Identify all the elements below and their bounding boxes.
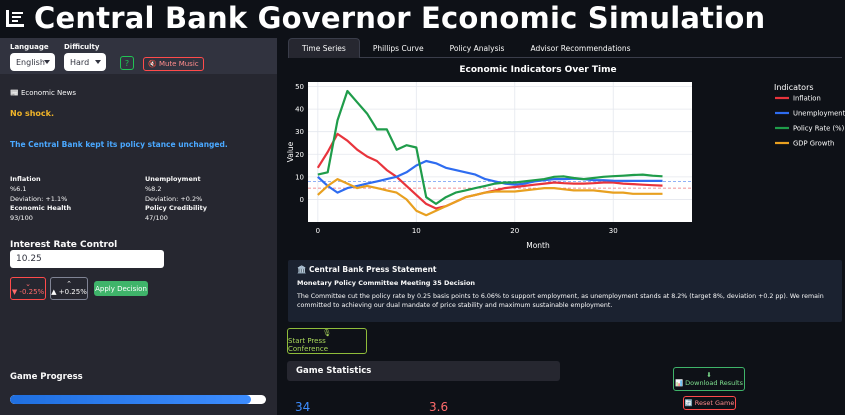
page-title: Central Bank Governor Economic Simulatio… — [34, 1, 766, 35]
policy-credibility-label: Policy Credibility — [145, 204, 207, 212]
mute-music-button[interactable]: 🔇 Mute Music — [143, 57, 204, 71]
legend-title: Indicators — [774, 83, 814, 92]
unemployment-label: Unemployment — [145, 175, 201, 183]
press-body: The Committee cut the policy rate by 0.2… — [297, 293, 824, 310]
y-tick-label: 0 — [300, 196, 304, 204]
language-label: Language — [10, 43, 49, 51]
main-content: Time Series Phillips Curve Policy Analys… — [285, 38, 845, 415]
difficulty-select[interactable]: Hard — [64, 53, 106, 71]
interest-rate-input[interactable]: 10.25 — [10, 250, 164, 268]
x-tick-label: 30 — [609, 227, 618, 235]
policy-credibility-value: 47/100 — [145, 214, 168, 222]
press-conference-label: Start Press Conference — [288, 337, 329, 353]
legend-entry: GDP Growth — [793, 140, 834, 148]
chart-title: Economic Indicators Over Time — [459, 65, 616, 75]
game-statistics-header: Game Statistics — [287, 361, 560, 381]
tab-bar: Time Series Phillips Curve Policy Analys… — [288, 38, 842, 58]
apply-decision-button[interactable]: Apply Decision — [94, 281, 148, 296]
press-subheading: Monetary Policy Committee Meeting 35 Dec… — [297, 279, 476, 287]
stat-value-2: 3.6 — [429, 400, 449, 414]
game-progress-fill — [10, 395, 251, 404]
y-tick-label: 10 — [295, 173, 304, 181]
press-heading: 🏛️ Central Bank Press Statement — [297, 265, 437, 274]
shock-status: No shock. — [10, 109, 55, 118]
chevron-down-icon — [44, 60, 50, 64]
tab-policy-analysis[interactable]: Policy Analysis — [437, 38, 518, 58]
help-button[interactable]: ? — [120, 56, 134, 70]
policy-stance-text: The Central Bank kept its policy stance … — [10, 140, 228, 149]
decrease-rate-label: ▼ -0.25% — [11, 287, 45, 296]
y-tick-label: 30 — [295, 128, 304, 136]
legend-entry: Inflation — [793, 95, 821, 103]
download-results-button[interactable]: ⬇ 📊 Download Results — [673, 367, 745, 391]
difficulty-value: Hard — [70, 57, 90, 67]
x-tick-label: 10 — [412, 227, 421, 235]
game-progress-bar — [10, 395, 266, 404]
legend-entry: Unemployment — [793, 110, 845, 118]
chart-svg: 0 10 20 30 40 50 0 10 20 30 Economic Indicators Ov… — [286, 65, 845, 250]
increase-rate-button[interactable]: ⌃ ▲ +0.25% — [50, 277, 88, 300]
language-select[interactable]: English — [10, 53, 55, 71]
y-tick-label: 50 — [295, 83, 304, 91]
inflation-deviation: Deviation: +1.1% — [10, 195, 68, 203]
unemployment-deviation: Deviation: +0.2% — [145, 195, 203, 203]
increase-rate-label: ▲ +0.25% — [51, 287, 87, 296]
help-icon: ? — [124, 58, 130, 68]
economic-health-value: 93/100 — [10, 214, 33, 222]
download-icon: ⬇ — [706, 371, 712, 379]
plot-area — [308, 82, 692, 222]
y-tick-label: 40 — [295, 106, 304, 114]
decrease-rate-button[interactable]: ⌄ ▼ -0.25% — [10, 277, 46, 300]
app-header: Central Bank Governor Economic Simulatio… — [0, 0, 845, 36]
time-series-chart[interactable]: 0 10 20 30 40 50 0 10 20 30 Economic Indicators Ov… — [285, 60, 845, 258]
start-press-conference-button[interactable]: 🎙 Start Press Conference — [287, 328, 367, 354]
top-controls: Language English Difficulty Hard ? 🔇 Mut… — [0, 38, 277, 74]
language-value: English — [16, 57, 45, 67]
download-results-label: 📊 Download Results — [674, 379, 743, 387]
game-progress-label: Game Progress — [10, 372, 83, 382]
news-title: 📰 Economic News — [10, 89, 76, 97]
difficulty-label: Difficulty — [64, 43, 100, 51]
inflation-label: Inflation — [10, 175, 41, 183]
inflation-value: %6.1 — [10, 185, 27, 193]
unemployment-value: %8.2 — [145, 185, 162, 193]
chart-logo-icon — [4, 7, 26, 29]
y-axis-label: Value — [286, 141, 295, 162]
x-tick-label: 20 — [510, 227, 519, 235]
reset-game-button[interactable]: 🔄 Reset Game — [683, 396, 736, 410]
y-tick-label: 20 — [295, 151, 304, 159]
stat-value-1: 34 — [295, 400, 311, 414]
game-statistics-title: Game Statistics — [296, 366, 372, 376]
tab-phillips-curve[interactable]: Phillips Curve — [360, 38, 437, 58]
press-statement: 🏛️ Central Bank Press Statement Monetary… — [288, 260, 842, 322]
economic-health-label: Economic Health — [10, 204, 72, 212]
microphone-icon: 🎙 — [322, 329, 332, 337]
x-tick-label: 0 — [316, 227, 320, 235]
tab-time-series[interactable]: Time Series — [288, 38, 360, 58]
rate-control-title: Interest Rate Control — [10, 240, 118, 250]
legend-entry: Policy Rate (%) — [793, 125, 845, 133]
sidebar: Language English Difficulty Hard ? 🔇 Mut… — [0, 38, 277, 415]
chevron-down-icon — [95, 60, 101, 64]
x-axis-label: Month — [526, 241, 550, 250]
tab-advisor-recommendations[interactable]: Advisor Recommendations — [517, 38, 643, 58]
